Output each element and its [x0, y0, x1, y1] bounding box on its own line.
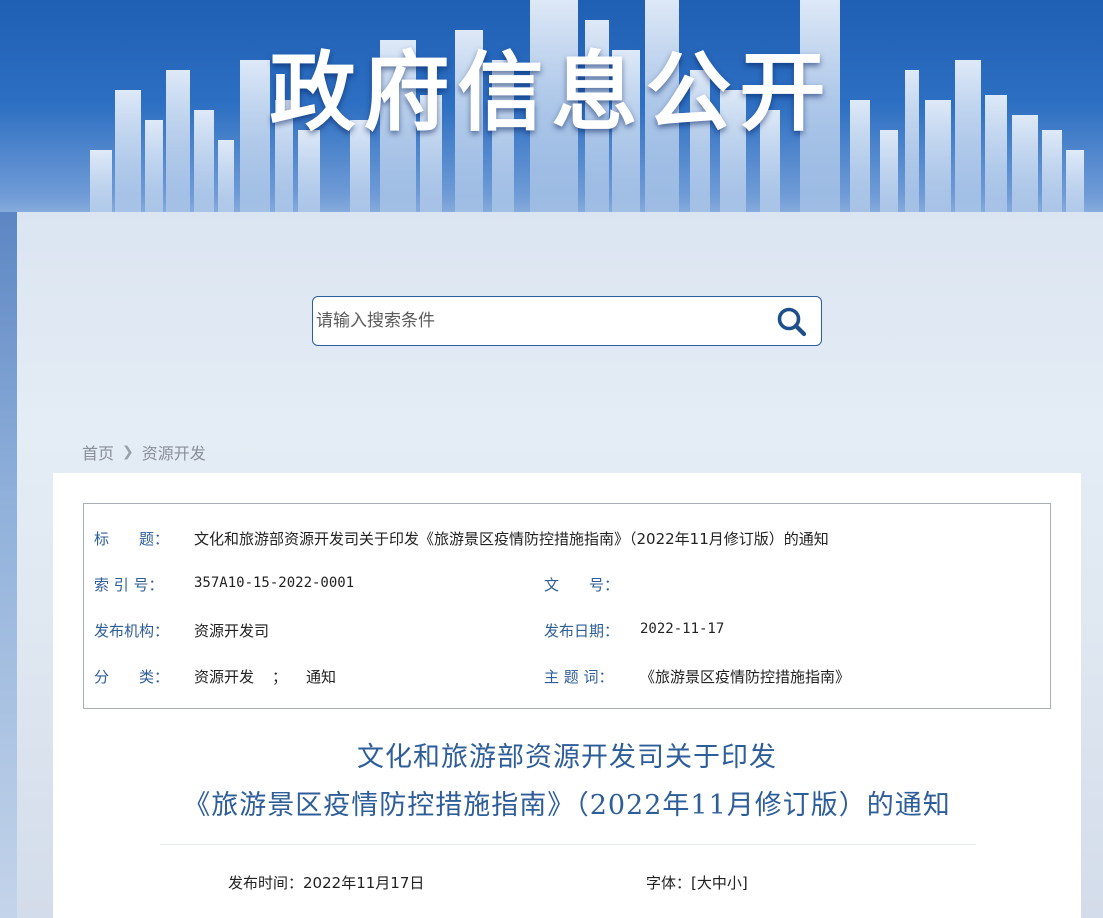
- search-icon: [777, 307, 807, 337]
- font-size-bracket-close: ]: [741, 874, 748, 892]
- category-separator: ；: [272, 668, 288, 686]
- font-size-selector: 字体：[大中小]: [646, 872, 748, 893]
- title-divider: [160, 844, 976, 845]
- index-label: 索 引 号：: [94, 576, 164, 594]
- keywords-label: 主 题 词：: [544, 668, 614, 686]
- breadcrumb-current-link[interactable]: 资源开发: [142, 440, 206, 464]
- search-button[interactable]: [775, 305, 809, 339]
- publisher-label: 发布机构：: [94, 622, 170, 640]
- font-size-small-button[interactable]: 小: [727, 874, 742, 892]
- article-title-line-1: 文化和旅游部资源开发司关于印发: [357, 742, 777, 773]
- doc-no-label: 文 号：: [544, 576, 620, 594]
- search-input[interactable]: [316, 299, 756, 343]
- publisher-value: 资源开发司: [194, 622, 270, 640]
- pub-date-value: 2022-11-17: [640, 621, 725, 637]
- title-value: 文化和旅游部资源开发司关于印发《旅游景区疫情防控措施指南》（2022年11月修订…: [194, 530, 829, 548]
- category-value-1: 资源开发: [194, 668, 255, 686]
- content-card: 标 题： 文化和旅游部资源开发司关于印发《旅游景区疫情防控措施指南》（2022年…: [53, 473, 1081, 918]
- breadcrumb: 首页 ❯ 资源开发: [82, 441, 206, 463]
- publish-time-value: 2022年11月17日: [303, 874, 425, 892]
- font-size-label: 字体：: [646, 874, 692, 892]
- category-label: 分 类：: [94, 668, 170, 686]
- pub-date-label: 发布日期：: [544, 622, 620, 640]
- metadata-table: 标 题： 文化和旅游部资源开发司关于印发《旅游景区疫情防控措施指南》（2022年…: [83, 503, 1051, 709]
- publish-time: 发布时间：2022年11月17日: [228, 872, 424, 893]
- left-background-strip: [0, 212, 17, 918]
- title-label: 标 题：: [94, 530, 170, 548]
- search-box: [312, 296, 822, 346]
- breadcrumb-home-link[interactable]: 首页: [82, 440, 114, 464]
- category-value-2: 通知: [306, 668, 337, 686]
- chevron-right-icon: ❯: [122, 444, 134, 460]
- index-value: 357A10-15-2022-0001: [194, 575, 355, 591]
- article-title-line-2: 《旅游景区疫情防控措施指南》（2022年11月修订版）的通知: [183, 790, 951, 821]
- font-size-large-button[interactable]: 大: [697, 874, 712, 892]
- publish-time-label: 发布时间：: [228, 874, 304, 892]
- keywords-value: 《旅游景区疫情防控措施指南》: [640, 668, 851, 686]
- font-size-medium-button[interactable]: 中: [712, 874, 727, 892]
- banner-title: 政府信息公开: [269, 43, 834, 143]
